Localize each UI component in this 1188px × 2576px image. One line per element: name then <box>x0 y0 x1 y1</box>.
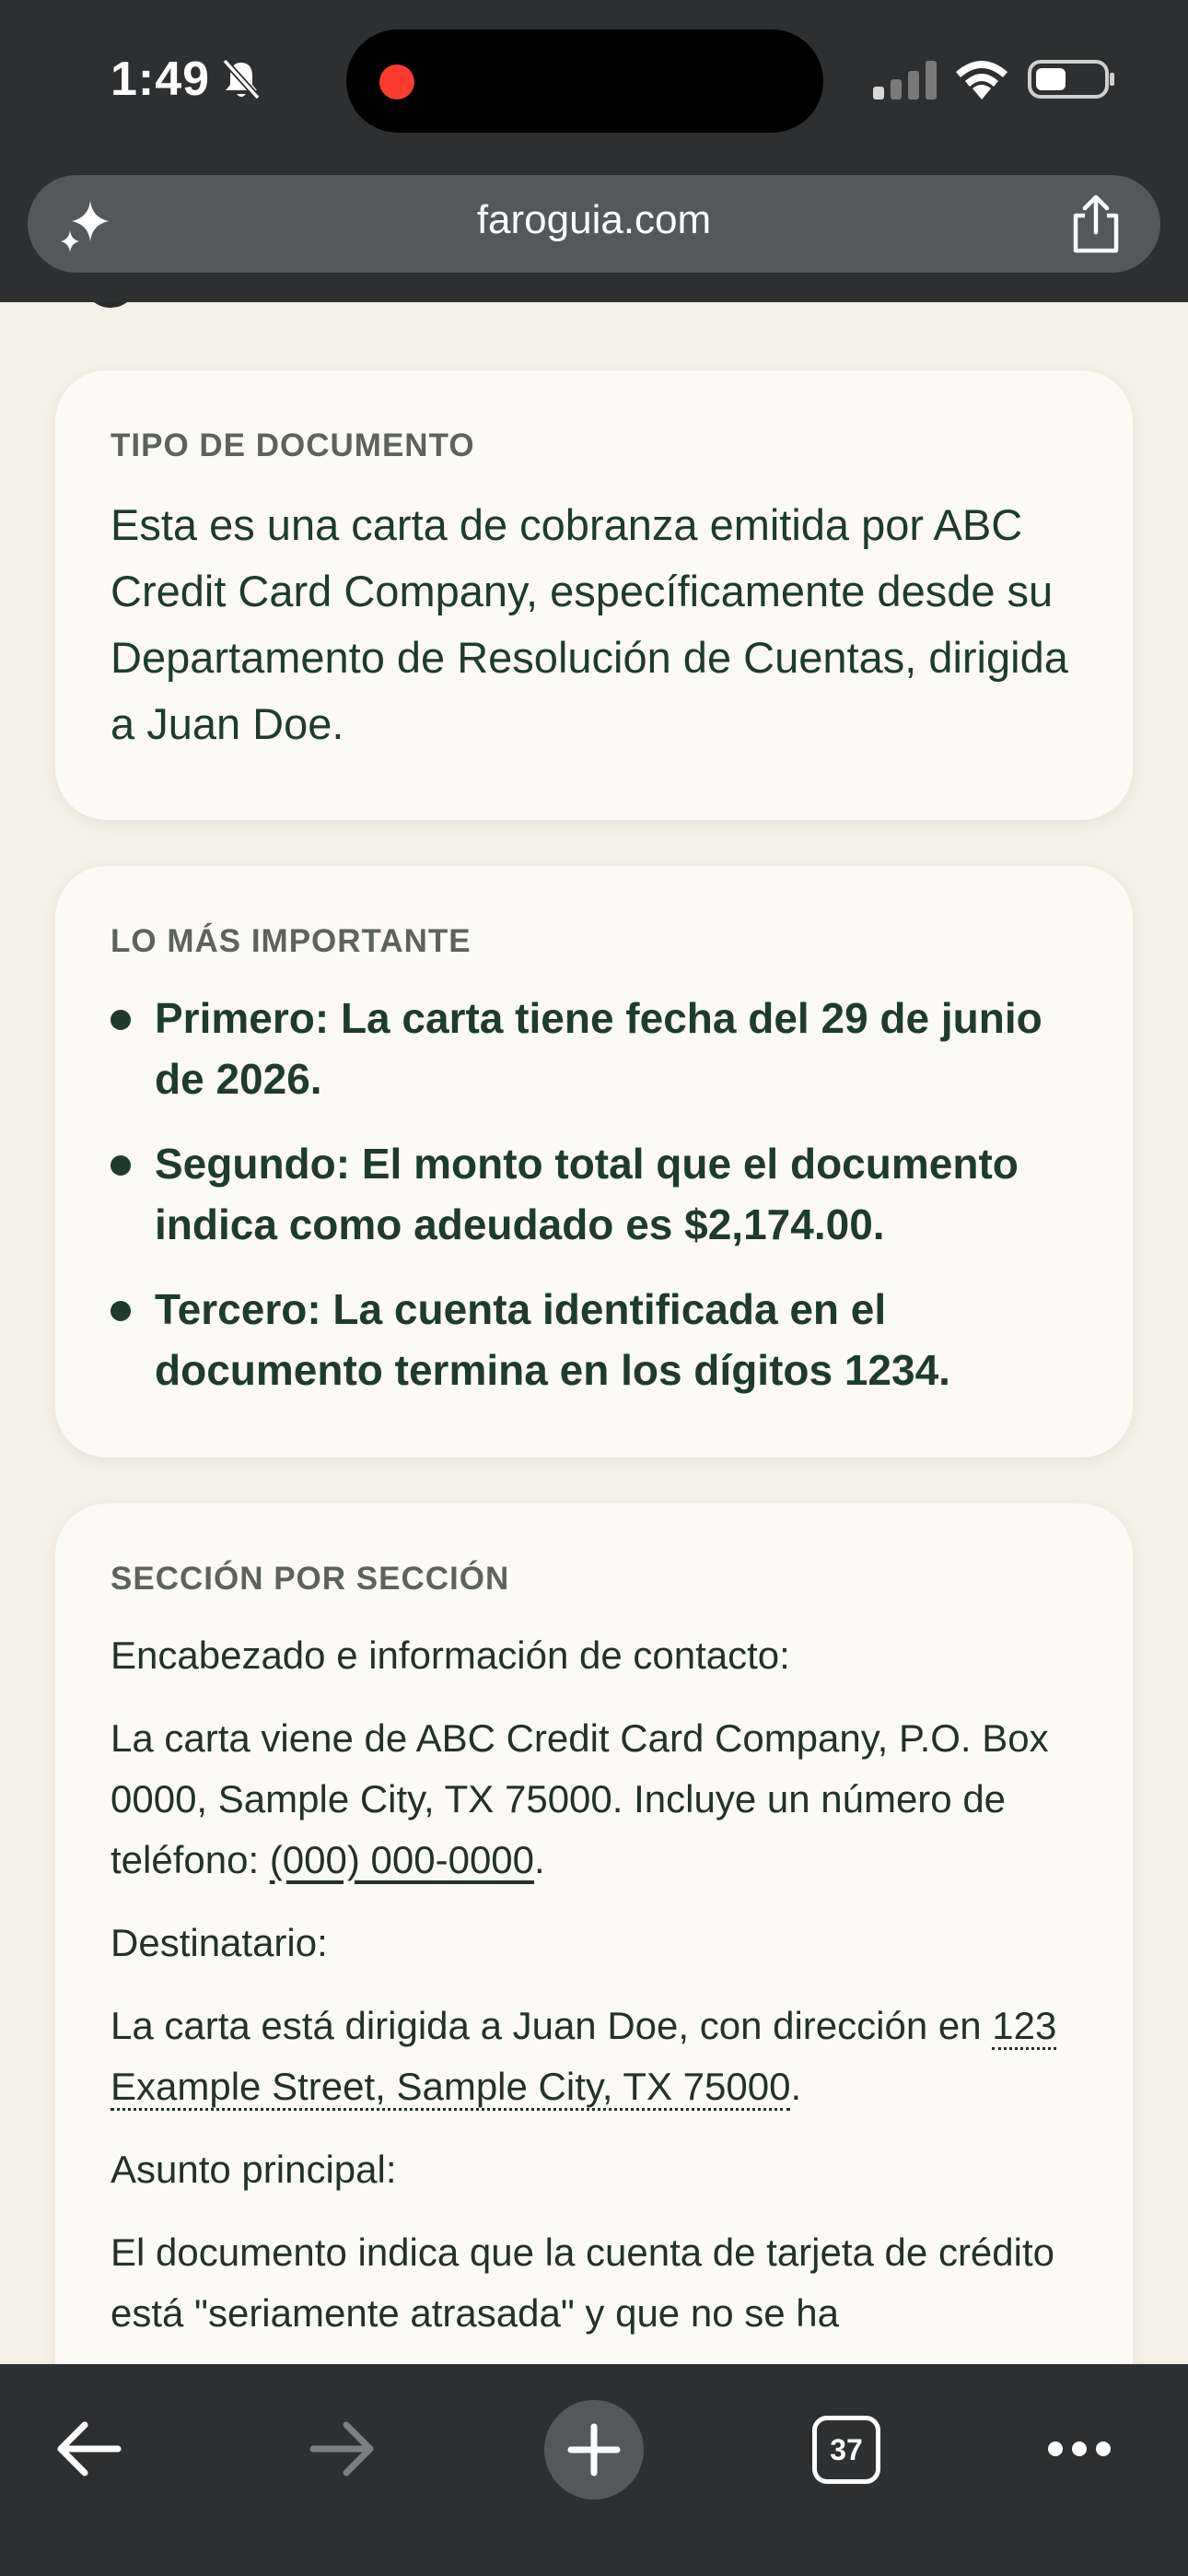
dynamic-island <box>346 29 823 133</box>
forward-arrow-icon[interactable] <box>308 2419 378 2478</box>
sections-label: SECCIÓN POR SECCIÓN <box>111 1561 510 1597</box>
tab-count: 37 <box>830 2432 863 2466</box>
share-icon[interactable] <box>1068 193 1124 254</box>
cellular-signal-icon <box>873 61 937 100</box>
header-text: La carta viene de ABC Credit Card Compan… <box>111 1716 1049 1881</box>
document-type-label: TIPO DE DOCUMENTO <box>111 427 475 463</box>
new-tab-plus-icon[interactable] <box>543 2399 645 2500</box>
list-item: Primero: La carta tiene fecha del 29 de … <box>111 988 1077 1109</box>
section-title-subject: Asunto principal: <box>111 2148 397 2191</box>
battery-icon <box>1028 60 1114 99</box>
tabs-icon[interactable]: 37 <box>812 2416 880 2484</box>
key-points-list: Primero: La carta tiene fecha del 29 de … <box>111 988 1077 1400</box>
browser-bottom-toolbar: 37 <box>0 2364 1188 2576</box>
key-points-card: LO MÁS IMPORTANTE Primero: La carta tien… <box>55 866 1133 1458</box>
document-type-text: Esta es una carta de cobranza emitida po… <box>111 500 1068 748</box>
url-text[interactable]: faroguia.com <box>0 197 1188 243</box>
status-time: 1:49 <box>111 53 211 106</box>
document-type-card: TIPO DE DOCUMENTO Esta es una carta de c… <box>55 370 1133 820</box>
section-title-header: Encabezado e información de contacto: <box>111 1633 790 1677</box>
key-points-label: LO MÁS IMPORTANTE <box>111 923 472 959</box>
list-item: Tercero: La cuenta identificada en el do… <box>111 1279 1077 1400</box>
back-arrow-icon[interactable] <box>53 2419 123 2478</box>
section-title-recipient: Destinatario: <box>111 1921 328 1964</box>
page-content: TIPO DE DOCUMENTO Esta es una carta de c… <box>0 302 1188 2364</box>
wifi-icon <box>956 61 1007 100</box>
section-text-recipient: La carta está dirigida a Juan Doe, con d… <box>111 1996 1077 2117</box>
more-icon[interactable] <box>1046 2438 1112 2460</box>
sections-card: SECCIÓN POR SECCIÓN Encabezado e informa… <box>55 1504 1133 2364</box>
recipient-text: La carta está dirigida a Juan Doe, con d… <box>111 2004 993 2047</box>
phone-link[interactable]: (000) 000-0000 <box>270 1838 534 1881</box>
partial-element-above <box>83 302 138 308</box>
list-item: Segundo: El monto total que el documento… <box>111 1133 1077 1255</box>
browser-top-bar: 1:49 faroguia.com <box>0 0 1188 302</box>
recording-indicator <box>379 64 414 100</box>
section-text-subject: El documento indica que la cuenta de tar… <box>111 2231 1055 2335</box>
section-text-header: La carta viene de ABC Credit Card Compan… <box>111 1716 1049 1881</box>
bell-slash-icon <box>222 58 261 100</box>
